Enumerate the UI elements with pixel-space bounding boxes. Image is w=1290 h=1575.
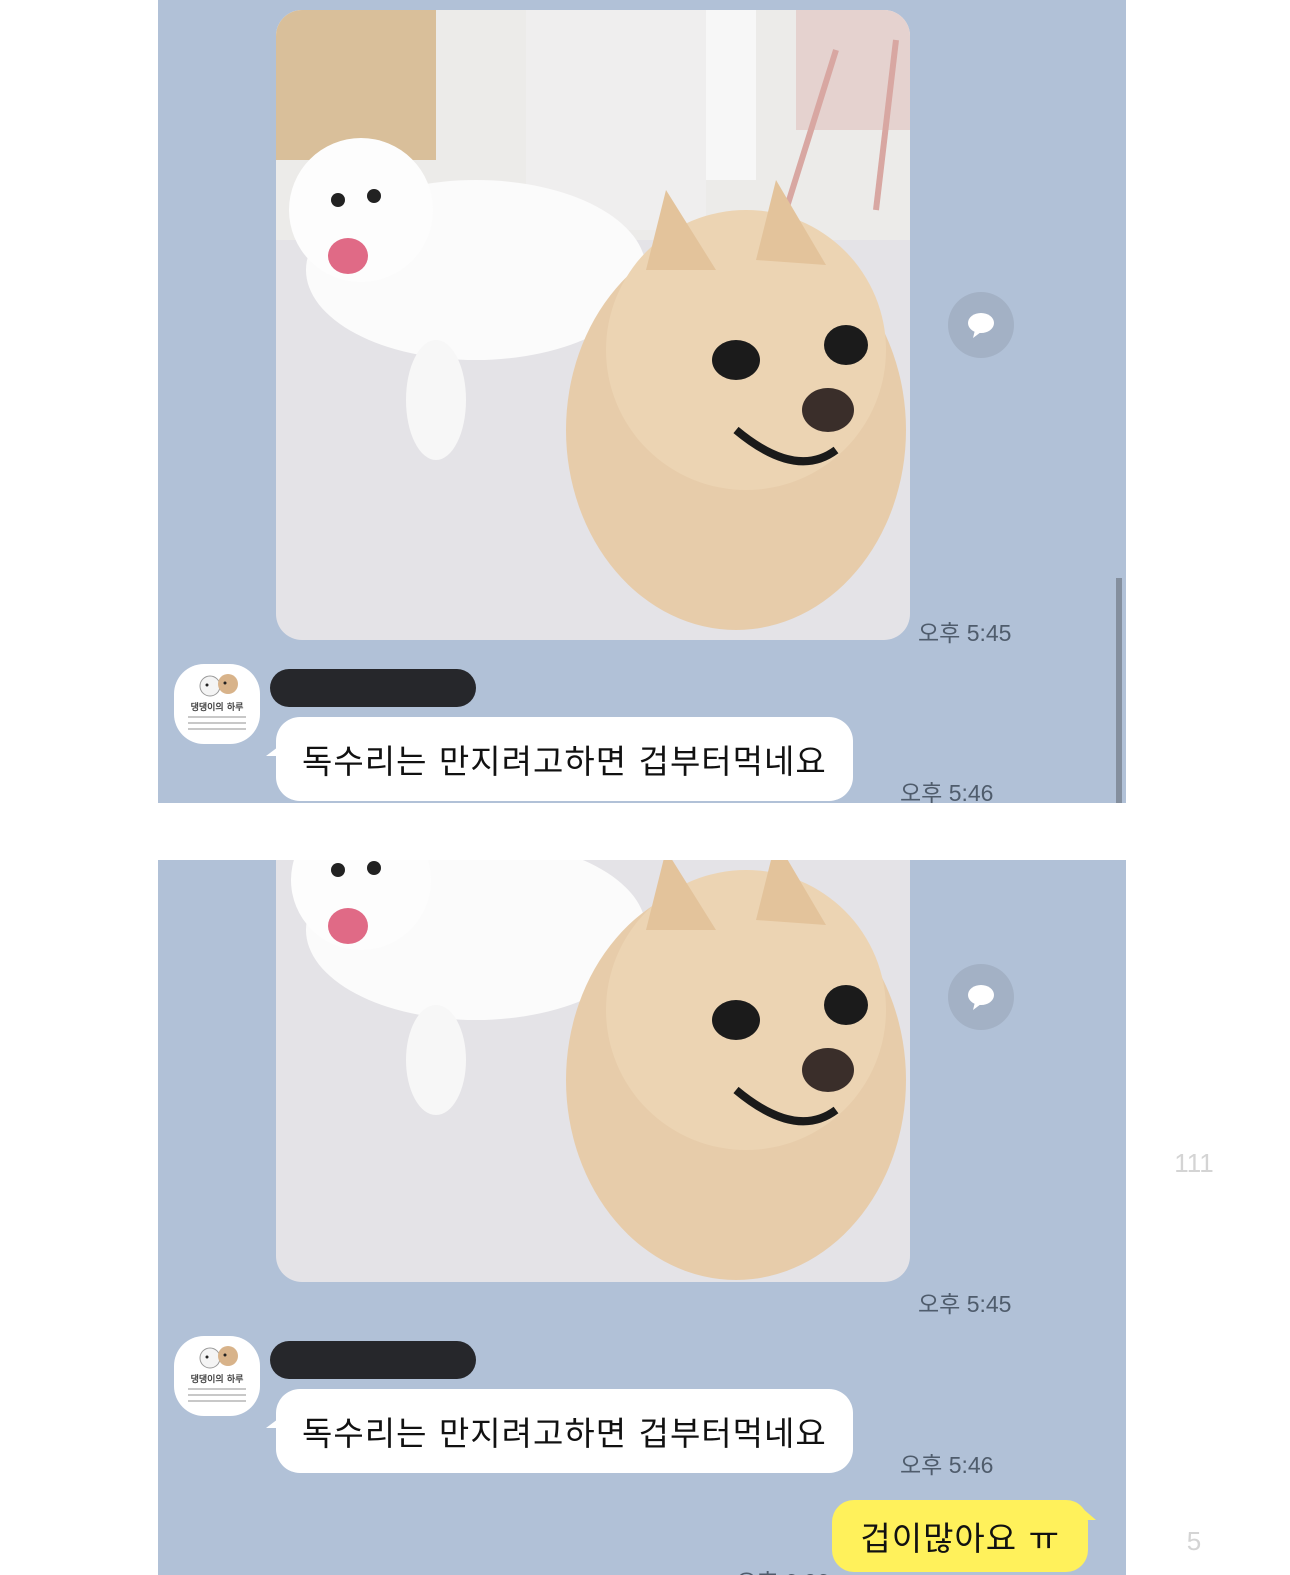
avatar-logo-text: 댕댕이의 하루 bbox=[190, 1375, 244, 1385]
chat-screenshot-2: 오후 5:45 댕댕이의 하루 독수리는 만지려고하면 겁부터먹네요 오후 5:… bbox=[158, 860, 1126, 1575]
dog-logo-icon bbox=[199, 1346, 238, 1369]
message-timestamp: 오후 5:46 bbox=[900, 1452, 994, 1478]
reply-bubble-tail bbox=[1082, 1508, 1096, 1520]
message-text: 독수리는 만지려고하면 겁부터먹네요 bbox=[302, 742, 827, 781]
avatar-fine-print bbox=[188, 716, 246, 718]
share-button[interactable] bbox=[948, 964, 1014, 1030]
photo-timestamp: 오후 5:45 bbox=[918, 620, 1012, 646]
avatar-logo-text: 댕댕이의 하루 bbox=[190, 703, 244, 713]
dog-logo-icon bbox=[199, 674, 238, 697]
message-text: 독수리는 만지려고하면 겁부터먹네요 bbox=[302, 1414, 827, 1453]
message-bubble[interactable]: 독수리는 만지려고하면 겁부터먹네요 bbox=[276, 1389, 853, 1473]
like-count: 111 bbox=[1174, 1148, 1214, 1178]
redacted-sender-name bbox=[270, 669, 476, 707]
avatar-fine-print bbox=[188, 1400, 246, 1402]
avatar-fine-print bbox=[188, 728, 246, 730]
scrollbar[interactable] bbox=[1116, 578, 1122, 803]
dog-photo-message[interactable] bbox=[276, 860, 910, 1282]
heart-icon bbox=[1155, 1064, 1233, 1133]
comment-icon bbox=[1159, 1276, 1231, 1347]
chat-screenshot-1: 오후 5:45 댕댕이의 하루 독수리는 만지려고하면 겁부터먹네요 오후 5:… bbox=[158, 0, 1126, 803]
like-action[interactable]: 111 bbox=[1152, 1064, 1236, 1179]
share-button[interactable] bbox=[948, 292, 1014, 358]
dog-photo bbox=[276, 860, 910, 1282]
chat-bubble-icon bbox=[968, 313, 994, 338]
sender-avatar[interactable]: 댕댕이의 하루 bbox=[174, 664, 260, 744]
sender-avatar[interactable]: 댕댕이의 하루 bbox=[174, 1336, 260, 1416]
reply-text: 겁이많아요 ㅠ bbox=[860, 1519, 1060, 1558]
message-bubble[interactable]: 독수리는 만지려고하면 겁부터먹네요 bbox=[276, 717, 853, 801]
repost-action[interactable]: 5 bbox=[1152, 1406, 1236, 1557]
comment-action[interactable] bbox=[1152, 1274, 1236, 1354]
avatar-fine-print bbox=[188, 1394, 246, 1396]
dog-photo-message[interactable] bbox=[276, 10, 910, 640]
chat-bubble-icon bbox=[968, 985, 994, 1010]
repost-icon bbox=[1165, 1411, 1223, 1497]
dog-photo bbox=[276, 10, 910, 640]
avatar-fine-print bbox=[188, 1388, 246, 1390]
repost-count: 5 bbox=[1186, 1526, 1202, 1556]
redacted-sender-name bbox=[270, 1341, 476, 1379]
my-reply-bubble[interactable]: 겁이많아요 ㅠ bbox=[832, 1500, 1088, 1572]
message-timestamp: 오후 5:46 bbox=[900, 780, 994, 803]
reply-timestamp: 오후 6:06 bbox=[736, 1563, 829, 1575]
avatar-fine-print bbox=[188, 722, 246, 724]
photo-timestamp: 오후 5:45 bbox=[918, 1291, 1012, 1317]
